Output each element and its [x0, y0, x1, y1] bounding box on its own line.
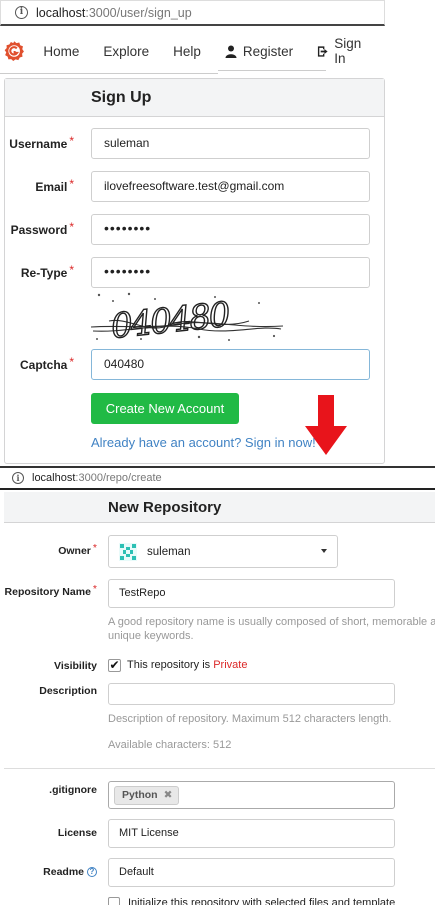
nav-register[interactable]: Register: [213, 44, 305, 59]
owner-label: Owner *: [58, 542, 97, 557]
nav-sign-in-label: Sign In: [334, 36, 362, 66]
nav-help[interactable]: Help: [161, 44, 213, 59]
remove-tag-icon[interactable]: ✖: [164, 787, 173, 804]
user-avatar: [119, 542, 137, 561]
nav-divider: [218, 70, 326, 71]
nav-home[interactable]: Home: [31, 44, 91, 59]
address-bar[interactable]: i localhost:3000/user/sign_up: [0, 0, 385, 26]
captcha-text: 040480: [109, 295, 232, 343]
username-input[interactable]: suleman: [91, 128, 370, 159]
person-icon: [225, 45, 237, 58]
owner-name: suleman: [147, 545, 191, 558]
url-path: :3000/user/sign_up: [85, 5, 192, 20]
url-host: localhost: [36, 5, 86, 20]
password-label: Password *: [10, 220, 74, 237]
captcha-input[interactable]: 040480: [91, 349, 370, 380]
owner-dropdown[interactable]: suleman: [108, 535, 338, 568]
url-host: localhost: [32, 472, 76, 484]
initialize-text: Initialize this repository with selected…: [128, 897, 396, 905]
email-label: Email *: [35, 177, 74, 194]
gitignore-label: .gitignore: [49, 784, 97, 796]
gitea-logo-icon[interactable]: [3, 39, 25, 63]
private-checkbox[interactable]: ✔: [108, 659, 121, 672]
password-input[interactable]: ••••••••: [91, 214, 370, 245]
info-icon[interactable]: i: [12, 472, 24, 484]
captcha-image: 040480: [90, 292, 284, 343]
visibility-text: This repository is Private: [127, 659, 248, 671]
gitignore-tag-label: Python: [122, 789, 158, 801]
nav-sign-in[interactable]: Sign In: [305, 36, 385, 66]
initialize-checkbox[interactable]: [108, 897, 120, 905]
repository-name-label: Repository Name *: [4, 583, 97, 598]
retype-label: Re-Type *: [20, 263, 74, 280]
visibility-label: Visibility: [54, 660, 97, 672]
retype-input[interactable]: ••••••••: [91, 257, 370, 288]
gitignore-select[interactable]: Python ✖: [108, 781, 395, 809]
down-arrow-icon: [305, 395, 347, 455]
new-repository-title: New Repository: [4, 492, 435, 523]
top-navbar: Home Explore Help Register Sign In: [0, 28, 385, 74]
nav-divider: [0, 73, 218, 74]
description-label: Description: [39, 685, 97, 697]
description-input[interactable]: [108, 683, 395, 705]
section-divider: [4, 768, 435, 769]
license-label: License: [57, 827, 97, 839]
captcha-label: Captcha *: [19, 355, 74, 372]
create-account-button[interactable]: Create New Account: [91, 393, 239, 424]
repository-name-input[interactable]: TestRepo: [108, 579, 395, 608]
caret-down-icon: [321, 549, 327, 553]
username-label: Username *: [9, 134, 74, 151]
email-input[interactable]: ilovefreesoftware.test@gmail.com: [91, 171, 370, 202]
help-icon[interactable]: ?: [87, 867, 97, 877]
sign-in-icon: [318, 45, 328, 57]
address-bar[interactable]: i localhost:3000/repo/create: [0, 466, 435, 490]
nav-register-label: Register: [242, 43, 294, 59]
nav-explore[interactable]: Explore: [91, 44, 161, 59]
description-help: Description of repository. Maximum 512 c…: [108, 713, 392, 725]
info-icon[interactable]: i: [15, 6, 28, 19]
readme-label: Readme?: [43, 866, 97, 878]
license-select[interactable]: MIT License: [108, 819, 395, 848]
repository-name-help: A good repository name is usually compos…: [108, 616, 435, 642]
sign-up-title: Sign Up: [5, 79, 384, 117]
url-path: :3000/repo/create: [75, 472, 162, 484]
sign-in-link[interactable]: Already have an account? Sign in now!: [91, 435, 316, 450]
available-characters: Available characters: 512: [108, 739, 232, 751]
gitignore-tag: Python ✖: [114, 786, 180, 805]
readme-select[interactable]: Default: [108, 858, 395, 887]
